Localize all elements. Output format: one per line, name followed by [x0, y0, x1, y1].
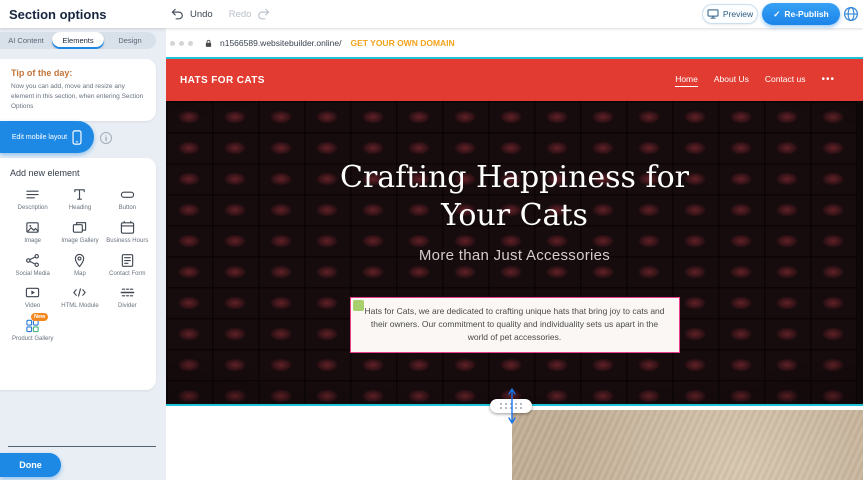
browser-dot-icon	[170, 41, 175, 46]
element-item-map[interactable]: Map	[57, 252, 102, 279]
element-label: Divider	[118, 303, 137, 311]
element-label: Contact Form	[109, 271, 145, 279]
browser-chrome: n1566589.websitebuilder.online/ GET YOUR…	[170, 35, 455, 51]
element-item-social-media[interactable]: Social Media	[10, 252, 55, 279]
hero-body-text: Hats for Cats, we are dedicated to craft…	[364, 306, 664, 342]
html-module-icon	[72, 284, 87, 301]
element-item-html-module[interactable]: HTML Module	[57, 284, 102, 311]
preview-label: Preview	[723, 9, 753, 19]
hero-subtitle[interactable]: More than Just Accessories	[419, 247, 610, 264]
globe-icon[interactable]	[843, 6, 859, 22]
element-label: Image Gallery	[61, 238, 98, 246]
element-handle-icon[interactable]	[353, 300, 364, 311]
monitor-icon	[707, 9, 719, 19]
element-grid: Description Heading Button Image Image G	[10, 186, 150, 344]
element-item-description[interactable]: Description	[10, 186, 55, 213]
preview-scrollbar[interactable]	[857, 101, 863, 404]
element-label: Heading	[69, 205, 91, 213]
page-title: Section options	[9, 7, 107, 22]
nav-item-about[interactable]: About Us	[714, 74, 749, 87]
nav-item-contact[interactable]: Contact us	[765, 74, 806, 87]
republish-label: Re-Publish	[784, 9, 828, 19]
element-label: Button	[119, 205, 136, 213]
app-window: Section options Undo Redo Preview ✓ Re-P…	[0, 0, 863, 480]
tab-ai-content[interactable]: AI Content	[0, 32, 52, 49]
sidebar-tabs: AI Content Elements Design	[0, 32, 156, 49]
left-sidebar: AI Content Elements Design Tip of the da…	[0, 28, 166, 480]
new-badge: New	[31, 313, 48, 321]
element-label: Business Hours	[106, 238, 148, 246]
element-item-heading[interactable]: Heading	[57, 186, 102, 213]
divider-icon	[120, 284, 135, 301]
edit-mobile-layout-button[interactable]: Edit mobile layout	[0, 121, 94, 153]
element-label: Product Gallery	[12, 336, 53, 344]
hero-section[interactable]: Crafting Happiness for Your Cats More th…	[166, 101, 863, 404]
section-resize-handle[interactable]	[490, 399, 532, 413]
element-label: Map	[74, 271, 86, 279]
social-media-icon	[25, 252, 40, 269]
browser-dot-icon	[188, 41, 193, 46]
website-preview[interactable]: HATS FOR CATS Home About Us Contact us •…	[166, 57, 863, 406]
edit-mobile-label: Edit mobile layout	[12, 134, 67, 141]
element-item-business-hours[interactable]: Business Hours	[105, 219, 150, 246]
image-gallery-icon	[72, 219, 87, 236]
tip-of-the-day-card: Tip of the day: Now you can add, move an…	[0, 59, 156, 121]
image-icon	[25, 219, 40, 236]
main-area: n1566589.websitebuilder.online/ GET YOUR…	[166, 28, 863, 480]
contact-form-icon	[120, 252, 135, 269]
tip-body: Now you can add, move and resize any ele…	[11, 82, 145, 111]
element-label: HTML Module	[61, 303, 98, 311]
lock-icon	[204, 39, 213, 48]
element-item-contact-form[interactable]: Contact Form	[105, 252, 150, 279]
sidebar-divider	[8, 446, 156, 447]
hero-title-line1: Crafting Happiness for	[340, 159, 689, 197]
element-item-image[interactable]: Image	[10, 219, 55, 246]
map-pin-icon	[72, 252, 87, 269]
element-item-product-gallery[interactable]: New Product Gallery	[10, 317, 55, 344]
element-label: Video	[25, 303, 40, 311]
site-url: n1566589.websitebuilder.online/	[220, 38, 341, 48]
element-label: Social Media	[15, 271, 49, 279]
done-button[interactable]: Done	[0, 453, 61, 477]
hero-text-element[interactable]: Hats for Cats, we are dedicated to craft…	[350, 297, 680, 353]
hero-title-line2: Your Cats	[340, 197, 689, 235]
heading-icon	[72, 186, 87, 203]
site-header[interactable]: HATS FOR CATS Home About Us Contact us •…	[166, 59, 863, 101]
element-item-divider[interactable]: Divider	[105, 284, 150, 311]
description-icon	[25, 186, 40, 203]
next-section-image[interactable]	[512, 410, 863, 480]
undo-redo-group: Undo Redo	[171, 0, 270, 28]
business-hours-icon	[120, 219, 135, 236]
check-icon: ✓	[773, 9, 780, 20]
nav-more-icon[interactable]: •••	[821, 75, 835, 85]
add-panel-title: Add new element	[10, 168, 150, 178]
element-item-video[interactable]: Video	[10, 284, 55, 311]
nav-item-home[interactable]: Home	[675, 74, 698, 87]
preview-button[interactable]: Preview	[702, 4, 758, 24]
element-item-image-gallery[interactable]: Image Gallery	[57, 219, 102, 246]
element-label: Image	[24, 238, 41, 246]
tab-elements[interactable]: Elements	[52, 32, 104, 49]
add-element-panel: Add new element Description Heading Butt…	[0, 158, 156, 390]
hero-title[interactable]: Crafting Happiness for Your Cats	[340, 159, 689, 234]
undo-icon[interactable]	[171, 8, 184, 20]
browser-dot-icon	[179, 41, 184, 46]
app-topbar: Section options Undo Redo Preview ✓ Re-P…	[0, 0, 863, 28]
undo-button[interactable]: Undo	[190, 9, 213, 20]
element-label: Description	[18, 205, 48, 213]
tab-design[interactable]: Design	[104, 32, 156, 49]
tip-title: Tip of the day:	[11, 68, 145, 78]
grip-dots-icon	[500, 403, 523, 410]
redo-icon[interactable]	[257, 8, 270, 20]
site-nav: Home About Us Contact us •••	[675, 74, 835, 87]
phone-icon	[72, 130, 82, 145]
info-icon[interactable]: i	[100, 132, 112, 144]
site-logo[interactable]: HATS FOR CATS	[180, 75, 265, 86]
element-item-button[interactable]: Button	[105, 186, 150, 213]
video-icon	[25, 284, 40, 301]
button-icon	[120, 186, 135, 203]
get-domain-link[interactable]: GET YOUR OWN DOMAIN	[350, 38, 454, 48]
redo-button[interactable]: Redo	[229, 9, 252, 20]
republish-button[interactable]: ✓ Re-Publish	[762, 3, 840, 25]
